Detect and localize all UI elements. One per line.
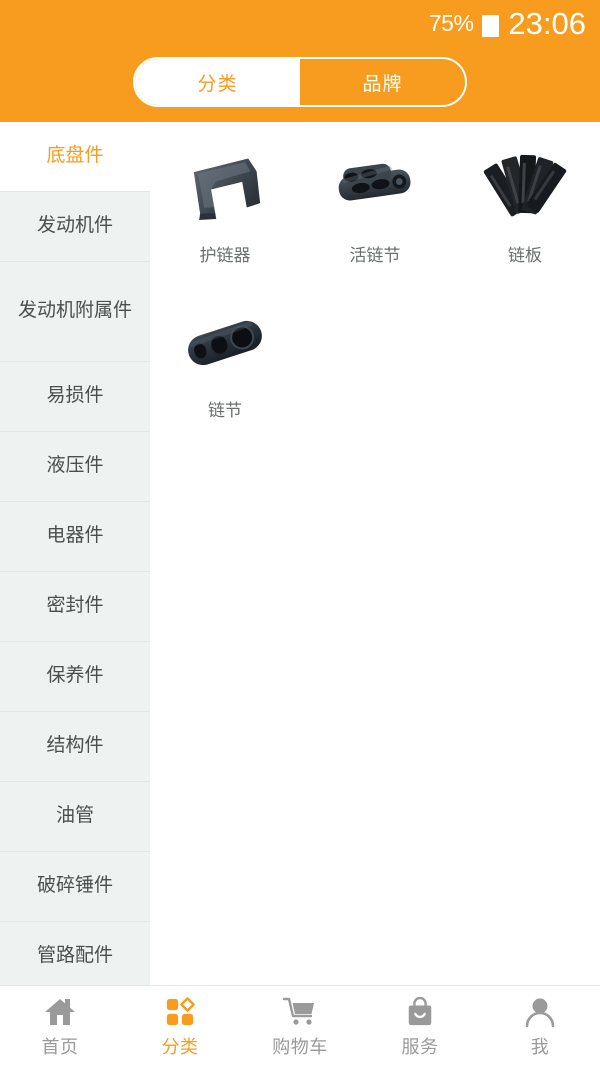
product-item[interactable]: 活链节 [300,140,450,295]
shopping-bag-icon [403,995,437,1029]
product-grid: 护链器 活链节 链板 链节 [150,140,600,450]
chain-link-icon [170,295,280,390]
battery-percent-label: 75% [428,10,474,36]
tab-label: 购物车 [272,1036,328,1057]
sidebar-item-electrical[interactable]: 电器件 [0,502,150,572]
product-item[interactable]: 链板 [450,140,600,295]
sidebar-item-chassis[interactable]: 底盘件 [0,122,150,192]
grid-categories-icon [163,995,197,1029]
bottom-navigation: 首页 分类 购物车 服务 我 [0,985,600,1067]
sidebar-item-maintenance[interactable]: 保养件 [0,642,150,712]
category-sidebar[interactable]: 底盘件 发动机件 发动机附属件 易损件 液压件 电器件 密封件 保养件 结构件 … [0,122,150,985]
tab-label: 首页 [41,1036,79,1057]
chain-guard-icon [170,140,280,235]
tab-label: 分类 [161,1036,199,1057]
tab-home[interactable]: 首页 [0,986,120,1067]
tab-brand[interactable]: 品牌 [300,59,465,105]
tab-cart[interactable]: 购物车 [240,986,360,1067]
sidebar-item-hydraulic[interactable]: 液压件 [0,432,150,502]
sidebar-item-breaker-hammer[interactable]: 破碎锤件 [0,852,150,922]
content-area: 底盘件 发动机件 发动机附属件 易损件 液压件 电器件 密封件 保养件 结构件 … [0,122,600,985]
shopping-cart-icon [283,995,317,1029]
person-icon [523,995,557,1029]
sidebar-item-oil-pipe[interactable]: 油管 [0,782,150,852]
battery-icon [482,11,500,37]
sidebar-item-engine[interactable]: 发动机件 [0,192,150,262]
tab-label: 服务 [401,1036,439,1057]
product-label: 护链器 [199,246,251,265]
app-screen: 75% 23:06 分类 品牌 底盘件 发动机件 发动机附属件 易损件 液压件 … [0,0,600,1067]
tab-categories[interactable]: 分类 [120,986,240,1067]
product-item[interactable]: 链节 [150,295,300,450]
product-label: 链板 [508,246,542,265]
product-label: 链节 [208,401,242,420]
tab-profile[interactable]: 我 [480,986,600,1067]
sidebar-item-wear-parts[interactable]: 易损件 [0,362,150,432]
sidebar-item-engine-accessories[interactable]: 发动机附属件 [0,262,150,362]
home-icon [43,995,77,1029]
sidebar-item-pipeline-fittings[interactable]: 管路配件 [0,922,150,985]
tab-service[interactable]: 服务 [360,986,480,1067]
tab-category[interactable]: 分类 [135,59,300,105]
track-shoe-icon [470,140,580,235]
product-item[interactable]: 护链器 [150,140,300,295]
category-brand-toggle[interactable]: 分类 品牌 [133,57,467,107]
product-label: 活链节 [349,246,401,265]
status-bar-clock: 23:06 [508,6,586,41]
status-bar: 75% 23:06 [429,0,586,47]
sidebar-item-seals[interactable]: 密封件 [0,572,150,642]
app-header: 75% 23:06 分类 品牌 [0,0,600,122]
sidebar-item-structural[interactable]: 结构件 [0,712,150,782]
product-grid-panel: 护链器 活链节 链板 链节 [150,122,600,985]
master-link-icon [320,140,430,235]
tab-label: 我 [530,1036,550,1057]
